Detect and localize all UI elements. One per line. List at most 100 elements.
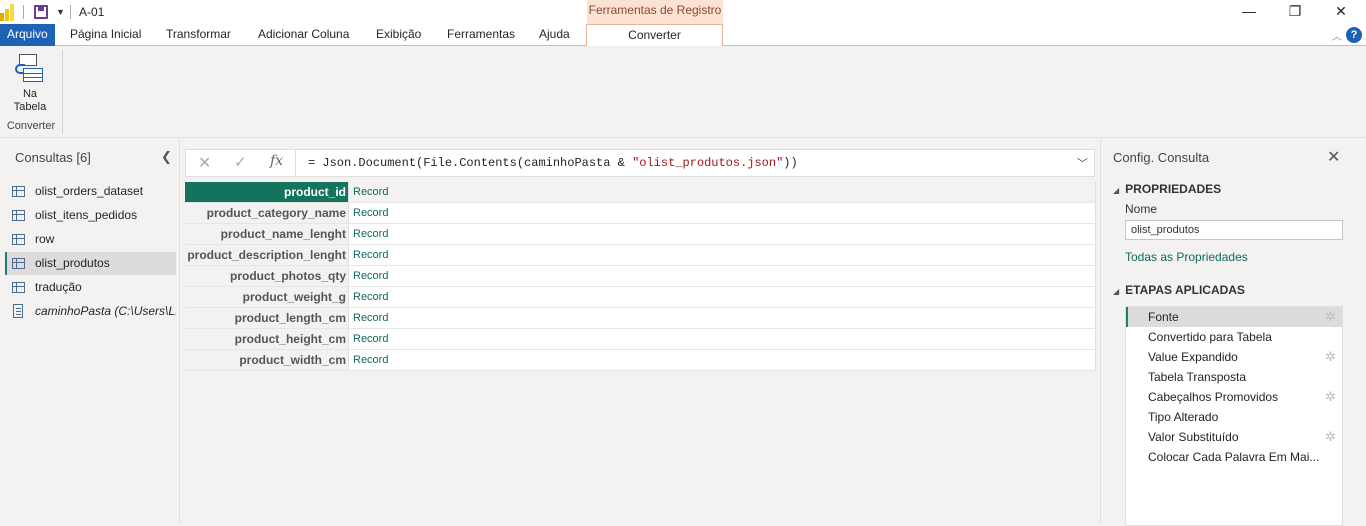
quick-access-dropdown-icon[interactable]: ▼ bbox=[56, 7, 65, 17]
help-icon[interactable]: ? bbox=[1346, 27, 1362, 43]
queries-pane: Consultas [6] ❮ olist_orders_dataset oli… bbox=[0, 139, 180, 524]
name-field[interactable]: olist_produtos bbox=[1125, 220, 1343, 240]
save-icon[interactable] bbox=[34, 5, 48, 19]
tab-ferramentas[interactable]: Ferramentas bbox=[439, 24, 523, 46]
tab-transformar[interactable]: Transformar bbox=[158, 24, 239, 46]
field-name: product_width_cm bbox=[185, 350, 348, 370]
table-row[interactable]: product_length_cm Record bbox=[185, 308, 1096, 329]
applied-step[interactable]: Fonte ✲ bbox=[1126, 307, 1342, 327]
field-name: product_height_cm bbox=[185, 329, 348, 349]
field-name: product_weight_g bbox=[185, 287, 348, 307]
tab-converter[interactable]: Converter bbox=[586, 24, 723, 47]
power-bi-logo-icon bbox=[0, 3, 14, 21]
table-row[interactable]: product_weight_g Record bbox=[185, 287, 1096, 308]
field-name: product_name_lenght bbox=[185, 224, 348, 244]
cancel-icon[interactable]: ✕ bbox=[198, 153, 211, 173]
divider bbox=[70, 5, 71, 19]
context-tab-group-label: Ferramentas de Registro bbox=[587, 0, 723, 24]
name-label: Nome bbox=[1125, 202, 1158, 216]
table-icon bbox=[12, 234, 25, 245]
chevron-down-icon[interactable]: ﹀ bbox=[1077, 155, 1088, 171]
gear-icon[interactable]: ✲ bbox=[1325, 387, 1336, 407]
queries-title: Consultas [6] bbox=[15, 150, 91, 165]
field-name: product_id bbox=[185, 182, 348, 202]
query-settings-title: Config. Consulta bbox=[1113, 150, 1210, 165]
table-icon bbox=[12, 210, 25, 221]
table-row[interactable]: product_height_cm Record bbox=[185, 329, 1096, 350]
table-row[interactable]: product_category_name Record bbox=[185, 203, 1096, 224]
properties-header[interactable]: ◢ PROPRIEDADES bbox=[1113, 182, 1221, 196]
tab-ajuda[interactable]: Ajuda bbox=[531, 24, 578, 46]
field-value[interactable]: Record bbox=[348, 182, 1096, 202]
close-window-button[interactable]: ✕ bbox=[1318, 0, 1364, 24]
field-name: product_photos_qty bbox=[185, 266, 348, 286]
table-row[interactable]: product_id Record bbox=[185, 182, 1096, 203]
ribbon-group-label: Converter bbox=[6, 120, 56, 132]
formula-bar: ✕ ✓ fx = Json.Document(File.Contents(cam… bbox=[185, 149, 1095, 177]
divider bbox=[23, 5, 24, 19]
field-name: product_category_name bbox=[185, 203, 348, 223]
to-table-label-line2: Tabela bbox=[13, 101, 47, 113]
table-row[interactable]: product_width_cm Record bbox=[185, 350, 1096, 371]
field-value[interactable]: Record bbox=[348, 224, 1096, 244]
query-item-parameter[interactable]: caminhoPasta (C:\Users\L... bbox=[5, 300, 176, 323]
gear-icon[interactable]: ✲ bbox=[1325, 427, 1336, 447]
minimize-button[interactable]: — bbox=[1226, 0, 1272, 24]
table-row[interactable]: product_photos_qty Record bbox=[185, 266, 1096, 287]
ribbon-tab-bar: Arquivo Página Inicial Transformar Adici… bbox=[0, 24, 1366, 47]
field-name: product_description_lenght bbox=[185, 245, 348, 265]
parameter-icon bbox=[13, 304, 23, 318]
tab-arquivo[interactable]: Arquivo bbox=[0, 24, 55, 46]
table-icon bbox=[12, 186, 25, 197]
tab-exibicao[interactable]: Exibição bbox=[368, 24, 429, 46]
applied-steps-list: Fonte ✲ Convertido para Tabela Value Expa… bbox=[1125, 306, 1343, 526]
field-value[interactable]: Record bbox=[348, 266, 1096, 286]
confirm-icon[interactable]: ✓ bbox=[234, 153, 247, 171]
applied-step[interactable]: Valor Substituído ✲ bbox=[1126, 427, 1342, 447]
field-value[interactable]: Record bbox=[348, 287, 1096, 307]
all-properties-link[interactable]: Todas as Propriedades bbox=[1125, 250, 1248, 264]
tab-adicionar-coluna[interactable]: Adicionar Coluna bbox=[250, 24, 357, 46]
applied-step[interactable]: Cabeçalhos Promovidos ✲ bbox=[1126, 387, 1342, 407]
close-icon[interactable]: ✕ bbox=[1327, 147, 1340, 167]
query-item[interactable]: olist_orders_dataset bbox=[5, 180, 176, 203]
applied-step[interactable]: Convertido para Tabela bbox=[1126, 327, 1342, 347]
table-row[interactable]: product_description_lenght Record bbox=[185, 245, 1096, 266]
table-icon bbox=[12, 258, 25, 269]
query-item[interactable]: olist_itens_pedidos bbox=[5, 204, 176, 227]
applied-step[interactable]: Colocar Cada Palavra Em Mai... bbox=[1126, 447, 1342, 467]
tab-pagina-inicial[interactable]: Página Inicial bbox=[62, 24, 149, 46]
collapse-ribbon-icon[interactable]: ︿ bbox=[1332, 28, 1342, 43]
fx-icon[interactable]: fx bbox=[270, 153, 283, 169]
gear-icon[interactable]: ✲ bbox=[1325, 347, 1336, 367]
formula-buttons: ✕ ✓ fx bbox=[186, 150, 296, 176]
gear-icon[interactable]: ✲ bbox=[1325, 307, 1336, 327]
collapse-pane-icon[interactable]: ❮ bbox=[161, 149, 172, 165]
expand-triangle-icon: ◢ bbox=[1113, 287, 1120, 296]
applied-steps-header[interactable]: ◢ ETAPAS APLICADAS bbox=[1113, 283, 1245, 297]
query-settings-pane: Config. Consulta ✕ ◢ PROPRIEDADES Nome ol… bbox=[1100, 139, 1366, 526]
divider bbox=[62, 50, 63, 134]
to-table-button[interactable]: Na Tabela bbox=[6, 52, 54, 114]
to-table-label-line1: Na bbox=[22, 88, 38, 100]
applied-step[interactable]: Tipo Alterado bbox=[1126, 407, 1342, 427]
field-value[interactable]: Record bbox=[348, 308, 1096, 328]
table-icon bbox=[12, 282, 25, 293]
query-item[interactable]: row bbox=[5, 228, 176, 251]
record-grid: product_id Record product_category_name Re… bbox=[185, 182, 1096, 371]
ribbon: Na Tabela Converter bbox=[0, 46, 1366, 138]
field-value[interactable]: Record bbox=[348, 329, 1096, 349]
formula-input[interactable]: = Json.Document(File.Contents(caminhoPas… bbox=[308, 156, 798, 170]
restore-button[interactable]: ❐ bbox=[1272, 0, 1318, 24]
query-item[interactable]: tradução bbox=[5, 276, 176, 299]
query-item-selected[interactable]: olist_produtos bbox=[5, 252, 176, 275]
field-value[interactable]: Record bbox=[348, 203, 1096, 223]
applied-step[interactable]: Value Expandido ✲ bbox=[1126, 347, 1342, 367]
field-value[interactable]: Record bbox=[348, 245, 1096, 265]
table-row[interactable]: product_name_lenght Record bbox=[185, 224, 1096, 245]
applied-step[interactable]: Tabela Transposta bbox=[1126, 367, 1342, 387]
title-bar: ▼ A-01 Ferramentas de Registro — ❐ ✕ bbox=[0, 0, 1366, 24]
document-title: A-01 bbox=[79, 5, 105, 19]
expand-triangle-icon: ◢ bbox=[1113, 186, 1120, 195]
field-value[interactable]: Record bbox=[348, 350, 1096, 370]
